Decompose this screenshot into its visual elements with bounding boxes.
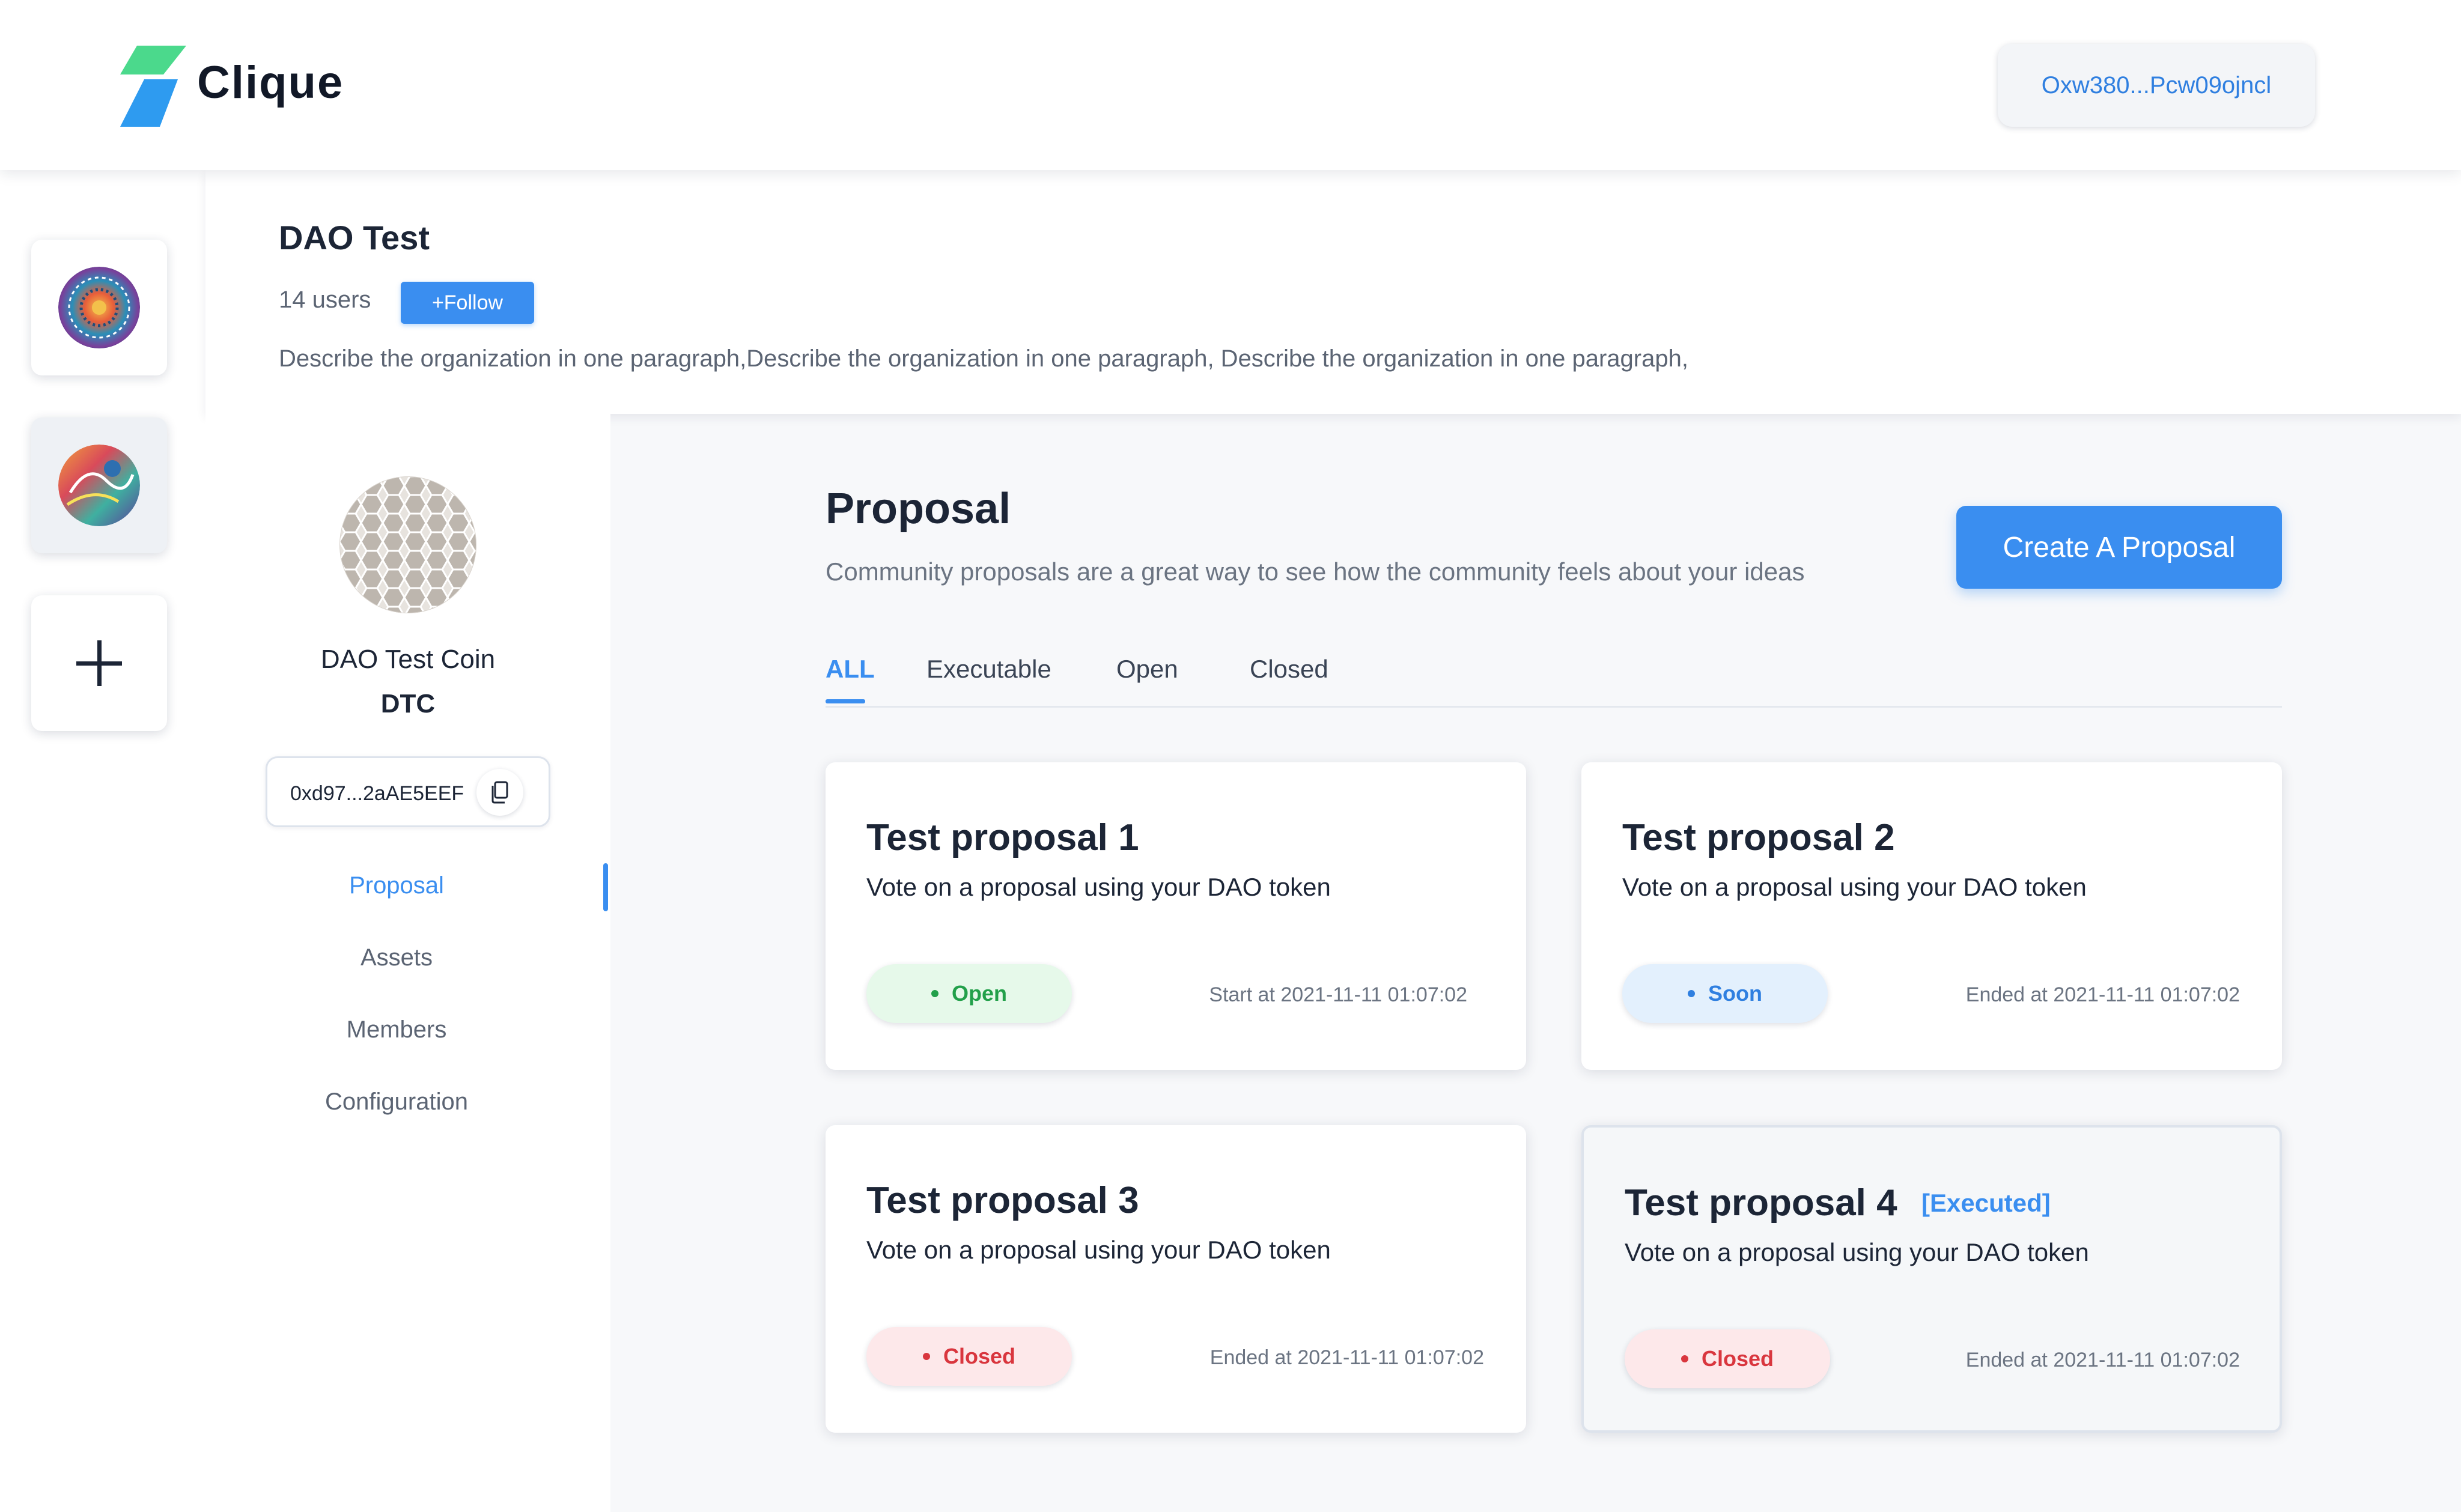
token-name: DAO Test Coin xyxy=(320,645,496,674)
dao-tile-1[interactable] xyxy=(31,240,167,375)
executed-tag: [Executed] xyxy=(1921,1189,2051,1217)
page-title: Proposal xyxy=(826,485,1011,533)
proposal-description: Vote on a proposal using your DAO token xyxy=(866,1236,1331,1264)
tab-executable[interactable]: Executable xyxy=(926,655,1051,684)
status-label: Soon xyxy=(1708,981,1762,1006)
proposal-description: Vote on a proposal using your DAO token xyxy=(1625,1238,2089,1266)
proposal-time: Ended at 2021-11-11 01:07:02 xyxy=(1965,1349,2240,1371)
dao-description: Describe the organization in one paragra… xyxy=(279,345,1688,372)
dao-user-count: 14 users xyxy=(279,287,371,313)
dao-tile-2[interactable] xyxy=(31,417,167,553)
proposal-title: Test proposal 2 xyxy=(1622,817,1895,858)
status-label: Closed xyxy=(1701,1346,1774,1371)
dao-avatar-image xyxy=(58,445,140,526)
follow-button[interactable]: +Follow xyxy=(401,282,534,324)
status-label: Closed xyxy=(943,1344,1016,1368)
nav-item-members[interactable]: Members xyxy=(205,1016,588,1043)
nav-item-assets[interactable]: Assets xyxy=(205,944,588,971)
proposal-card[interactable]: Test proposal 3 Vote on a proposal using… xyxy=(826,1125,1526,1433)
proposal-description: Vote on a proposal using your DAO token xyxy=(1622,873,2087,901)
clique-logo-icon xyxy=(120,46,186,127)
add-dao-button[interactable] xyxy=(31,595,167,731)
proposal-time: Ended at 2021-11-11 01:07:02 xyxy=(1965,983,2240,1006)
status-dot-icon xyxy=(931,990,938,997)
wallet-address-button[interactable]: Oxw380...Pcw09ojncl xyxy=(1998,44,2315,127)
status-badge: Closed xyxy=(1625,1329,1830,1388)
top-header: Clique Oxw380...Pcw09ojncl xyxy=(0,0,2461,170)
token-address: 0xd97...2aAE5EEF xyxy=(290,782,464,805)
nav-item-configuration[interactable]: Configuration xyxy=(205,1088,588,1116)
tabs-divider xyxy=(826,706,2282,708)
dao-header: DAO Test 14 users +Follow Describe the o… xyxy=(205,170,2461,414)
token-address-chip: 0xd97...2aAE5EEF xyxy=(266,756,550,827)
tab-all[interactable]: ALL xyxy=(826,655,875,684)
status-badge: Open xyxy=(866,964,1072,1023)
token-symbol: DTC xyxy=(380,689,436,718)
proposal-title: Test proposal 1 xyxy=(866,817,1139,858)
tab-closed[interactable]: Closed xyxy=(1250,655,1328,684)
copy-address-button[interactable] xyxy=(476,769,523,816)
status-dot-icon xyxy=(922,1353,930,1360)
nav-active-indicator xyxy=(603,863,608,911)
token-avatar xyxy=(339,476,476,613)
status-badge: Soon xyxy=(1622,964,1828,1023)
dao-avatar-image xyxy=(58,267,140,348)
status-badge: Closed xyxy=(866,1327,1072,1386)
status-dot-icon xyxy=(1681,1355,1688,1362)
proposal-title: Test proposal 3 xyxy=(866,1180,1139,1221)
proposal-card[interactable]: Test proposal 2 Vote on a proposal using… xyxy=(1581,762,2282,1070)
proposal-time: Start at 2021-11-11 01:07:02 xyxy=(1209,983,1467,1006)
status-label: Open xyxy=(951,981,1007,1006)
proposal-card[interactable]: Test proposal 1 Vote on a proposal using… xyxy=(826,762,1526,1070)
app-name: Clique xyxy=(197,57,344,108)
proposal-description: Vote on a proposal using your DAO token xyxy=(866,873,1331,901)
token-sidebar: DAO Test Coin DTC 0xd97...2aAE5EEF Propo… xyxy=(205,414,610,1512)
proposal-time: Ended at 2021-11-11 01:07:02 xyxy=(1209,1346,1484,1369)
create-proposal-button[interactable]: Create A Proposal xyxy=(1956,506,2282,589)
tab-active-underline xyxy=(826,699,865,703)
copy-icon xyxy=(491,781,508,804)
proposal-title: Test proposal 4 xyxy=(1625,1182,1897,1224)
tab-open[interactable]: Open xyxy=(1116,655,1178,684)
nav-item-proposal[interactable]: Proposal xyxy=(205,872,588,899)
page-subtitle: Community proposals are a great way to s… xyxy=(826,557,1805,586)
proposal-card[interactable]: Test proposal 4 [Executed] Vote on a pro… xyxy=(1581,1125,2282,1433)
dao-title: DAO Test xyxy=(279,219,430,257)
app-logo[interactable]: Clique xyxy=(120,46,348,127)
dao-switcher-rail xyxy=(0,170,205,1512)
proposal-tabs: ALL Executable Open Closed xyxy=(826,655,2282,708)
status-dot-icon xyxy=(1688,990,1695,997)
